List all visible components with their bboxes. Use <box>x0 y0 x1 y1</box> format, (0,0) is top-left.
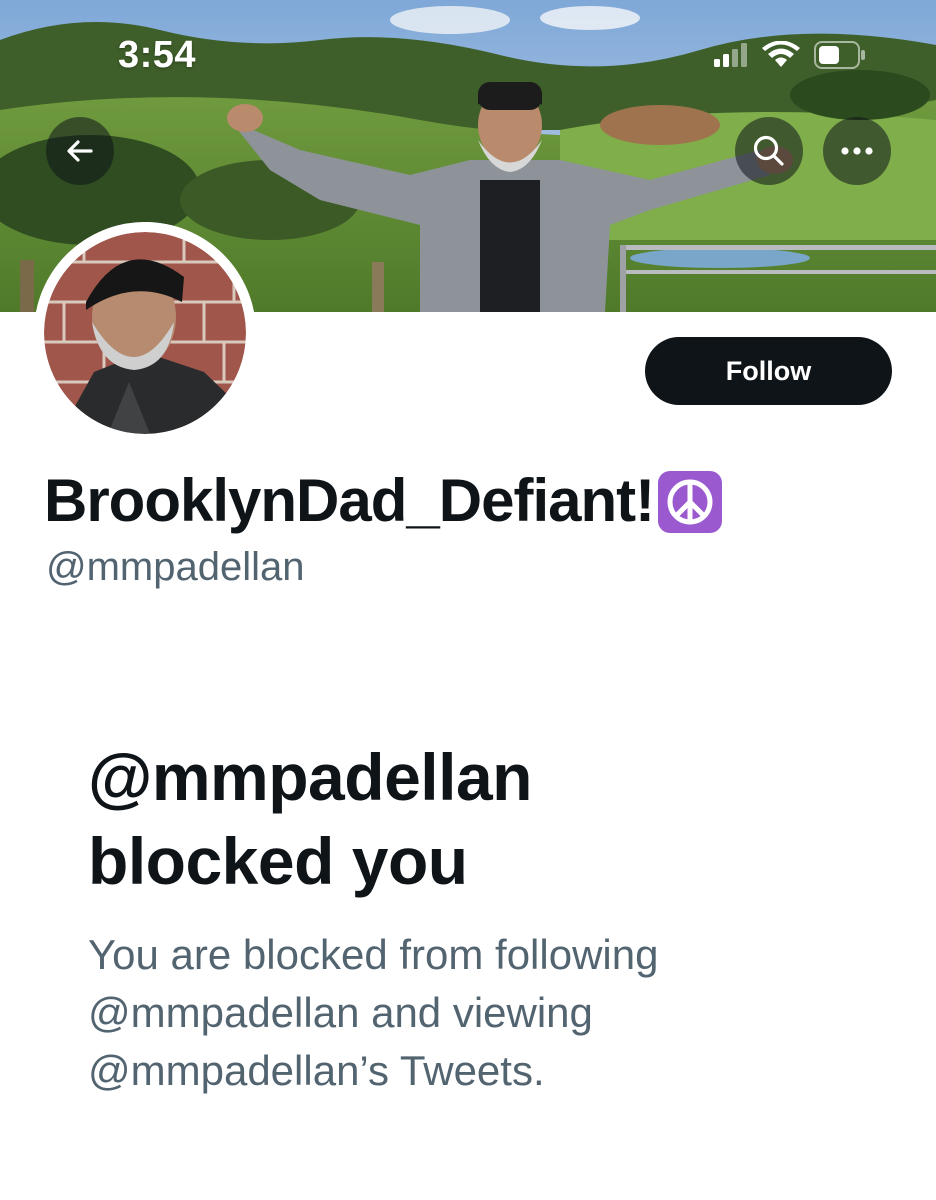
blocked-description-line: @mmpadellan’s Tweets. <box>88 1047 545 1094</box>
status-time: 3:54 <box>118 34 197 76</box>
profile-handle: @mmpadellan <box>46 545 305 589</box>
display-name: BrooklynDad_Defiant! <box>44 466 724 535</box>
profile-page: 3:54 Follow BrooklynDad_Defiant! @mmpade… <box>0 0 936 1200</box>
back-button[interactable] <box>46 117 114 185</box>
status-icons <box>714 38 866 72</box>
wifi-icon <box>762 41 800 69</box>
blocked-description-line: You are blocked from following <box>88 931 659 978</box>
follow-button[interactable]: Follow <box>645 337 892 405</box>
avatar[interactable] <box>34 222 256 444</box>
peace-symbol-icon <box>656 467 724 535</box>
blocked-title-line: blocked you <box>88 824 468 898</box>
blocked-title: @mmpadellan blocked you <box>88 735 888 903</box>
search-icon <box>751 133 787 169</box>
search-button[interactable] <box>735 117 803 185</box>
more-horizontal-icon <box>840 146 874 156</box>
blocked-description: You are blocked from following @mmpadell… <box>88 926 888 1100</box>
blocked-description-line: @mmpadellan and viewing <box>88 989 593 1036</box>
display-name-text: BrooklynDad_Defiant! <box>44 467 655 534</box>
avatar-photo <box>34 222 256 444</box>
arrow-left-icon <box>63 134 97 168</box>
cellular-signal-icon <box>714 43 748 67</box>
blocked-title-line: @mmpadellan <box>88 740 532 814</box>
battery-icon <box>814 41 866 69</box>
more-button[interactable] <box>823 117 891 185</box>
